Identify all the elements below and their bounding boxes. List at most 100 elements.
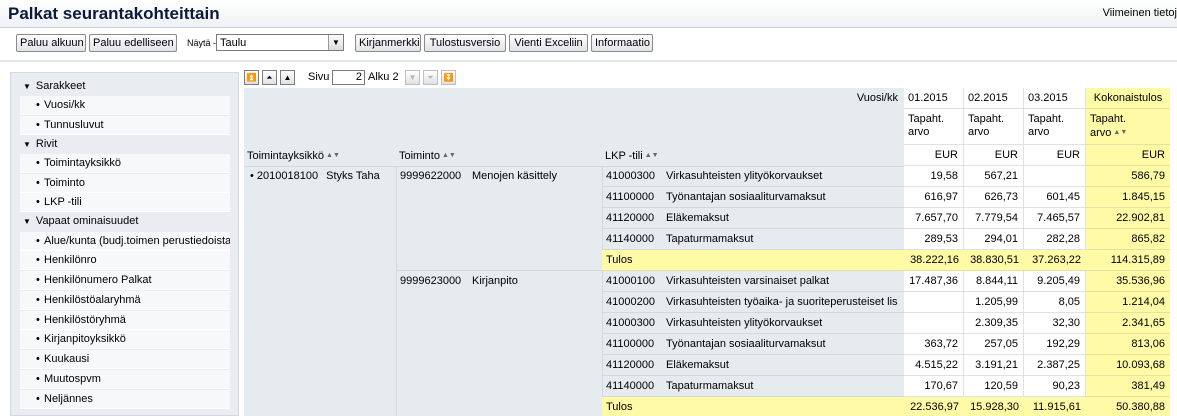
- nav-item-neljannes[interactable]: • Neljännes: [20, 390, 230, 409]
- measure-header: Tapaht. arvo: [964, 109, 1024, 145]
- unit-code: 2010018100: [256, 170, 319, 182]
- account-code[interactable]: 41000100: [606, 271, 662, 292]
- function-name[interactable]: Menojen käsittely: [472, 166, 600, 187]
- account-code[interactable]: 41000200: [606, 292, 662, 313]
- chevron-down-icon[interactable]: ▼: [328, 35, 343, 50]
- sort-icon[interactable]: ▲▼: [442, 152, 456, 159]
- period-header[interactable]: 01.2015: [904, 88, 964, 109]
- total-cell: 35.536,96: [1086, 271, 1170, 292]
- print-version-button[interactable]: Tulostusversio: [424, 34, 506, 52]
- account-name[interactable]: Työnantajan sosiaaliturvamaksut: [666, 334, 902, 355]
- account-code[interactable]: 41140000: [606, 376, 662, 397]
- nav-item-muutospvm[interactable]: • Muutospvm: [20, 370, 230, 389]
- account-name[interactable]: Tapaturmamaksut: [666, 376, 902, 397]
- value-cell: 170,67: [904, 376, 964, 397]
- value-cell: 192,29: [1024, 334, 1086, 355]
- back-to-start-button[interactable]: Paluu alkuun: [16, 34, 86, 52]
- value-cell: 282,28: [1024, 229, 1086, 250]
- row-header-unit[interactable]: Toimintayksikkö ▲▼: [244, 145, 396, 166]
- account-name[interactable]: Virkasuhteisten työaika- ja suoriteperus…: [666, 292, 902, 313]
- total-cell: 1.845,15: [1086, 187, 1170, 208]
- result-value: 38.830,51: [964, 250, 1024, 271]
- information-button[interactable]: Informaatio: [591, 34, 653, 52]
- row-header-account[interactable]: LKP -tili ▲▼: [602, 145, 904, 166]
- last-page-icon[interactable]: ⏬: [441, 70, 456, 85]
- section-rows[interactable]: ▼ Rivit: [11, 135, 238, 154]
- account-code[interactable]: 41120000: [606, 355, 662, 376]
- row-header-function[interactable]: Toiminto ▲▼: [396, 145, 602, 166]
- back-to-previous-button[interactable]: Paluu edelliseen: [89, 34, 177, 52]
- nav-item-henkilostoalaryhma[interactable]: • Henkilöstöalaryhmä: [20, 291, 230, 310]
- divider: [0, 60, 1177, 62]
- nav-item-lkp-tili[interactable]: • LKP -tili: [20, 193, 230, 212]
- account-name[interactable]: Virkasuhteisten ylityökorvaukset: [666, 313, 902, 334]
- function-code[interactable]: 9999622000: [400, 166, 470, 187]
- value-cell: 289,53: [904, 229, 964, 250]
- export-excel-button[interactable]: Vienti Exceliin: [509, 34, 588, 52]
- nav-item-henkilonumero-palkat[interactable]: • Henkilönumero Palkat: [20, 271, 230, 290]
- view-select[interactable]: Taulu ▼: [216, 34, 344, 51]
- period-header[interactable]: 02.2015: [964, 88, 1024, 109]
- next-page-icon[interactable]: ▼: [405, 70, 420, 85]
- bullet-icon: •: [250, 170, 257, 182]
- result-total: 50.380,88: [1086, 397, 1170, 416]
- sort-icon[interactable]: ▲▼: [1113, 129, 1127, 136]
- page-input[interactable]: 2: [332, 70, 365, 85]
- account-name[interactable]: Virkasuhteisten varsinaiset palkat: [666, 271, 902, 292]
- period-header[interactable]: 03.2015: [1024, 88, 1086, 109]
- nav-item-tunnusluvut[interactable]: • Tunnusluvut: [20, 116, 230, 135]
- nav-item-alue-kunta[interactable]: • Alue/kunta (budj.toimen perustiedoista): [20, 232, 230, 251]
- bullet-icon: •: [36, 157, 40, 169]
- nav-item-kuukausi[interactable]: • Kuukausi: [20, 350, 230, 369]
- account-code[interactable]: 41120000: [606, 208, 662, 229]
- account-name[interactable]: Tapaturmamaksut: [666, 229, 902, 250]
- value-cell: 17.487,36: [904, 271, 964, 292]
- value-cell: [904, 292, 964, 313]
- value-cell: 257,05: [964, 334, 1024, 355]
- account-name[interactable]: Työnantajan sosiaaliturvamaksut: [666, 187, 902, 208]
- section-columns[interactable]: ▼ Sarakkeet: [11, 77, 238, 96]
- bullet-icon: •: [36, 353, 40, 365]
- bullet-icon: •: [36, 373, 40, 385]
- account-code[interactable]: 41100000: [606, 187, 662, 208]
- measure-header: Tapaht. arvo: [1024, 109, 1086, 145]
- collapse-triangle-icon: ▼: [23, 82, 31, 91]
- value-cell: 294,01: [964, 229, 1024, 250]
- value-cell: 7.779,54: [964, 208, 1024, 229]
- section-label: Sarakkeet: [35, 80, 86, 92]
- function-name[interactable]: Kirjanpito: [472, 271, 600, 292]
- account-code[interactable]: 41000300: [606, 313, 662, 334]
- first-page-icon[interactable]: ⏫: [244, 70, 259, 85]
- page-up-icon[interactable]: ⏶: [262, 70, 277, 85]
- page-down-icon[interactable]: ⏷: [423, 70, 438, 85]
- value-cell: 626,73: [964, 187, 1024, 208]
- nav-item-label: Henkilöstöalaryhmä: [44, 294, 141, 306]
- nav-item-vuosi-kk[interactable]: • Vuosi/kk: [20, 96, 230, 115]
- value-cell: 2.309,35: [964, 313, 1024, 334]
- nav-item-toimintayksikko[interactable]: • Toimintayksikkö: [20, 154, 230, 173]
- account-name[interactable]: Virkasuhteisten ylityökorvaukset: [666, 166, 902, 187]
- account-code[interactable]: 41140000: [606, 229, 662, 250]
- row-unit[interactable]: • 2010018100 Styks Taha: [244, 166, 396, 187]
- bullet-icon: •: [36, 235, 40, 247]
- nav-item-henkilostoryhma[interactable]: • Henkilöstöryhmä: [20, 311, 230, 330]
- sort-icon[interactable]: ▲▼: [645, 152, 659, 159]
- nav-item-henkilonro[interactable]: • Henkilönro: [20, 251, 230, 270]
- sort-icon[interactable]: ▲▼: [326, 152, 340, 159]
- account-code[interactable]: 41000300: [606, 166, 662, 187]
- bookmark-button[interactable]: Kirjanmerkki: [355, 34, 421, 52]
- bullet-icon: •: [36, 119, 40, 131]
- bullet-icon: •: [36, 196, 40, 208]
- total-header[interactable]: Kokonaistulos: [1086, 88, 1170, 109]
- value-cell: 120,59: [964, 376, 1024, 397]
- nav-item-label: Henkilöstöryhmä: [44, 314, 126, 326]
- previous-page-icon[interactable]: ▲: [280, 70, 295, 85]
- function-code[interactable]: 9999623000: [400, 271, 470, 292]
- section-free-characteristics[interactable]: ▼ Vapaat ominaisuudet: [11, 212, 238, 231]
- account-code[interactable]: 41100000: [606, 334, 662, 355]
- account-name[interactable]: Eläkemaksut: [666, 355, 902, 376]
- nav-item-label: Kirjanpitoyksikkö: [44, 333, 126, 345]
- account-name[interactable]: Eläkemaksut: [666, 208, 902, 229]
- nav-item-kirjanpitoyksikko[interactable]: • Kirjanpitoyksikkö: [20, 330, 230, 349]
- nav-item-toiminto[interactable]: • Toiminto: [20, 174, 230, 193]
